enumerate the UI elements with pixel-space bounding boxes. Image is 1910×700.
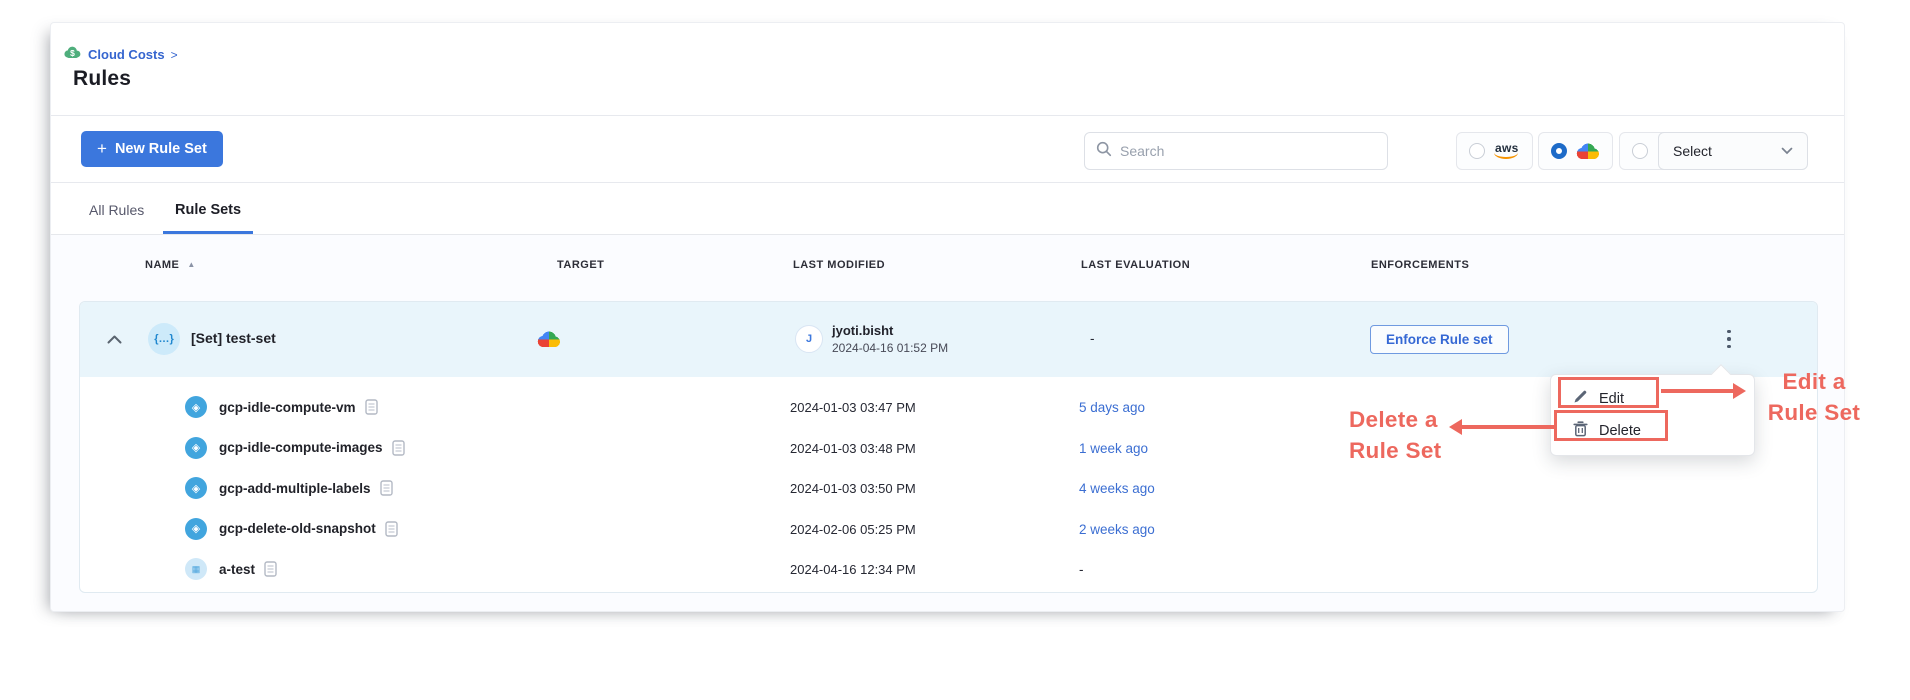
rule-set-name[interactable]: [Set] test-set <box>191 330 276 346</box>
cloud-costs-icon: $ <box>63 45 82 64</box>
rule-last-evaluation-value: - <box>1079 562 1084 577</box>
rule-name[interactable]: gcp-idle-compute-images <box>219 440 383 455</box>
breadcrumb: $ Cloud Costs > <box>63 45 178 64</box>
rule-last-modified: 2024-02-06 05:25 PM <box>790 522 916 537</box>
annotation-arrow-edit-head <box>1733 383 1746 399</box>
search-input[interactable] <box>1120 143 1376 159</box>
search-box <box>1084 132 1388 170</box>
rule-last-evaluation-link[interactable]: 1 week ago <box>1079 441 1148 456</box>
azure-radio[interactable] <box>1632 143 1648 159</box>
gcp-logo-icon <box>1576 143 1600 160</box>
target-gcp-icon <box>537 331 561 348</box>
rule-last-evaluation-link[interactable]: 5 days ago <box>1079 400 1145 415</box>
collapse-chevron-up-icon[interactable] <box>107 331 122 349</box>
annotation-box-delete <box>1554 410 1668 441</box>
modified-by-user: jyoti.bisht <box>832 323 948 338</box>
subtab-rule-sets[interactable]: Rule Sets <box>163 202 253 234</box>
column-header-enforcements: ENFORCEMENTS <box>1371 259 1469 271</box>
annotation-text-edit: Edit aRule Set <box>1756 366 1872 428</box>
rule-info-icon[interactable] <box>380 480 393 496</box>
rule-name[interactable]: a-test <box>219 562 255 577</box>
rules-subtabs: All Rules Rule Sets <box>51 183 1844 235</box>
toolbar: + New Rule Set aws <box>51 116 1844 183</box>
provider-toggle-gcp[interactable] <box>1538 132 1613 170</box>
enforce-rule-set-button[interactable]: Enforce Rule set <box>1370 325 1509 354</box>
chevron-down-icon <box>1781 142 1793 160</box>
kebab-menu-icon[interactable] <box>1719 324 1739 354</box>
rule-set-row[interactable]: {…} [Set] test-set J jyoti.bisht 2024-04… <box>80 302 1817 377</box>
column-header-last-modified: LAST MODIFIED <box>793 259 885 271</box>
breadcrumb-chevron: > <box>171 48 178 62</box>
breadcrumb-cloud-costs-link[interactable]: Cloud Costs <box>88 47 165 62</box>
rule-last-modified: 2024-01-03 03:48 PM <box>790 441 916 456</box>
rule-set-icon: {…} <box>148 323 180 355</box>
rule-info-icon[interactable] <box>365 399 378 415</box>
app-root: $ Cloud Costs > Rules Overview Rules Enf… <box>0 0 1910 700</box>
new-rule-set-button[interactable]: + New Rule Set <box>81 131 223 167</box>
column-header-target: TARGET <box>557 259 604 271</box>
rule-info-icon[interactable] <box>264 561 277 577</box>
aws-radio[interactable] <box>1469 143 1485 159</box>
rule-row[interactable]: ◈ gcp-add-multiple-labels 2024-01-03 03:… <box>80 468 1817 509</box>
rule-type-icon: ◈ <box>185 437 207 459</box>
annotation-arrow-edit-line <box>1661 389 1735 393</box>
rule-name[interactable]: gcp-add-multiple-labels <box>219 481 371 496</box>
rule-type-icon: ◈ <box>185 396 207 418</box>
gcp-radio-selected[interactable] <box>1551 143 1567 159</box>
rule-type-icon: ◈ <box>185 477 207 499</box>
rule-type-icon-alt: ▦ <box>185 558 207 580</box>
provider-toggle-aws[interactable]: aws <box>1456 132 1533 170</box>
annotation-text-delete: Delete aRule Set <box>1349 404 1459 466</box>
plus-icon: + <box>97 139 107 159</box>
rule-row[interactable]: ◈ gcp-delete-old-snapshot 2024-02-06 05:… <box>80 509 1817 550</box>
rule-info-icon[interactable] <box>392 440 405 456</box>
rule-name[interactable]: gcp-idle-compute-vm <box>219 400 356 415</box>
subtab-all-rules[interactable]: All Rules <box>83 202 150 234</box>
rule-last-evaluation-link[interactable]: 2 weeks ago <box>1079 522 1155 537</box>
search-icon <box>1096 141 1112 162</box>
main-card: $ Cloud Costs > Rules Overview Rules Enf… <box>50 22 1845 612</box>
avatar: J <box>795 325 823 353</box>
annotation-arrow-delete-line <box>1461 425 1554 429</box>
rule-last-evaluation-link[interactable]: 4 weeks ago <box>1079 481 1155 496</box>
column-header-name[interactable]: NAME▲ <box>145 259 196 271</box>
filter-select-dropdown[interactable]: Select <box>1658 132 1808 170</box>
last-modified-cell: jyoti.bisht 2024-04-16 01:52 PM <box>832 323 948 355</box>
annotation-box-edit <box>1558 377 1659 408</box>
rule-name[interactable]: gcp-delete-old-snapshot <box>219 521 376 536</box>
rule-last-modified: 2024-04-16 12:34 PM <box>790 562 916 577</box>
rule-last-modified: 2024-01-03 03:50 PM <box>790 481 916 496</box>
rule-info-icon[interactable] <box>385 521 398 537</box>
svg-text:$: $ <box>70 48 75 58</box>
last-evaluation-value: - <box>1090 331 1095 346</box>
rule-type-icon: ◈ <box>185 518 207 540</box>
sort-asc-icon: ▲ <box>187 260 195 269</box>
aws-logo-icon: aws <box>1494 140 1520 162</box>
filter-select-value: Select <box>1673 143 1712 159</box>
rule-last-modified: 2024-01-03 03:47 PM <box>790 400 916 415</box>
new-rule-set-label: New Rule Set <box>115 141 207 157</box>
rule-row[interactable]: ▦ a-test 2024-04-16 12:34 PM - <box>80 549 1817 590</box>
page-header: $ Cloud Costs > Rules Overview Rules Enf… <box>51 23 1844 116</box>
modified-at-timestamp: 2024-04-16 01:52 PM <box>832 341 948 355</box>
page-title: Rules <box>73 67 131 91</box>
column-header-last-evaluation: LAST EVALUATION <box>1081 259 1190 271</box>
